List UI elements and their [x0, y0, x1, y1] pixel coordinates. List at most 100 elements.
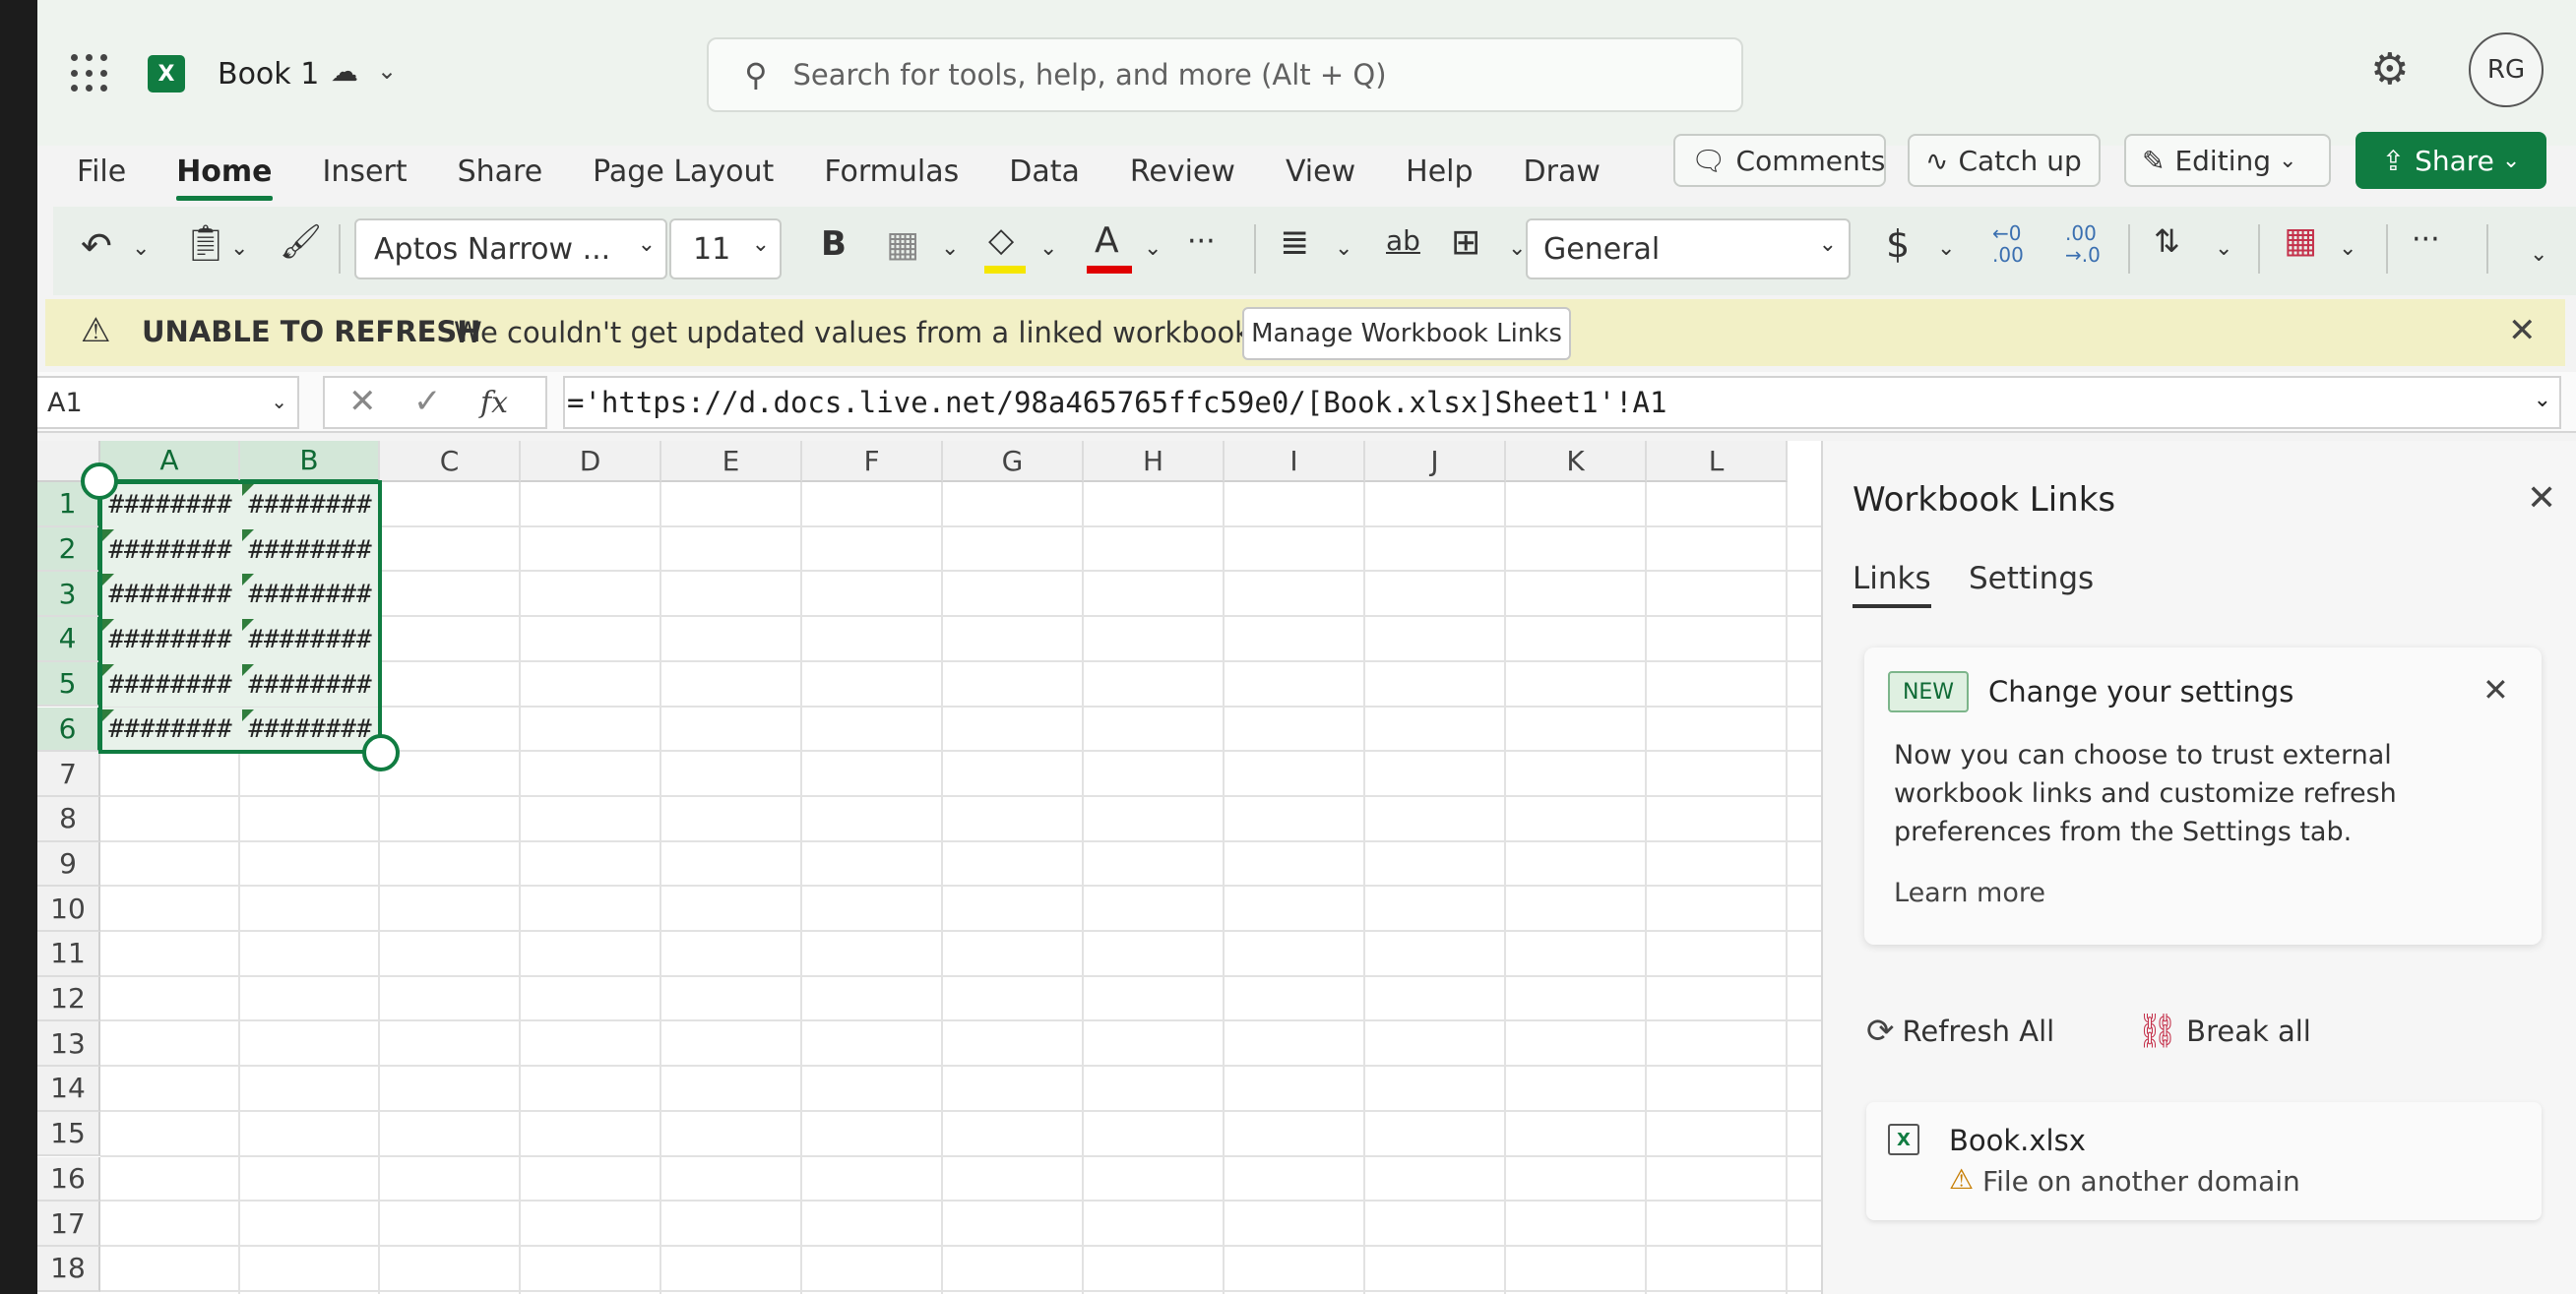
row-header-6[interactable]: 6: [37, 707, 100, 753]
row-header-17[interactable]: 17: [37, 1202, 100, 1247]
column-header-j[interactable]: J: [1365, 441, 1506, 482]
refresh-all-button[interactable]: ⟳ Refresh All: [1866, 1012, 2054, 1051]
cancel-icon[interactable]: ✕: [348, 382, 377, 421]
app-launcher-icon[interactable]: [71, 54, 110, 93]
format-painter-icon[interactable]: 🖌︎: [280, 222, 322, 262]
row-header-3[interactable]: 3: [37, 572, 100, 618]
cell-b2[interactable]: ########: [240, 526, 380, 573]
expand-ribbon-icon[interactable]: ⌄: [2530, 242, 2547, 267]
column-header-g[interactable]: G: [943, 441, 1084, 482]
row-header-14[interactable]: 14: [37, 1067, 100, 1112]
break-all-button[interactable]: ⛓ Break all: [2136, 1012, 2311, 1051]
more-options-button[interactable]: ···: [2412, 222, 2440, 257]
chevron-down-icon[interactable]: ⌄: [1508, 236, 1526, 261]
bold-button[interactable]: B: [821, 224, 847, 264]
cell-a2[interactable]: ########: [100, 526, 240, 573]
number-format-select[interactable]: General ⌄: [1526, 218, 1851, 279]
undo-icon[interactable]: ↶: [81, 224, 112, 268]
menu-data[interactable]: Data: [1009, 154, 1080, 189]
menu-page-layout[interactable]: Page Layout: [593, 154, 774, 189]
column-header-e[interactable]: E: [661, 441, 802, 482]
tab-settings[interactable]: Settings: [1969, 561, 2094, 596]
row-header-7[interactable]: 7: [37, 752, 100, 797]
column-header-k[interactable]: K: [1506, 441, 1647, 482]
cell-a5[interactable]: ########: [100, 661, 240, 708]
menu-formulas[interactable]: Formulas: [824, 154, 959, 189]
chevron-down-icon[interactable]: ⌄: [377, 57, 397, 85]
cell-a6[interactable]: ########: [100, 707, 240, 753]
menu-file[interactable]: File: [77, 154, 126, 189]
cell-a4[interactable]: ########: [100, 617, 240, 662]
font-size-select[interactable]: 11 ⌄: [669, 218, 782, 279]
decrease-decimal-button[interactable]: ←0 .00: [1992, 222, 2024, 266]
chevron-down-icon[interactable]: ⌄: [1144, 236, 1162, 261]
column-header-l[interactable]: L: [1647, 441, 1788, 482]
chevron-down-icon[interactable]: ⌄: [132, 236, 150, 261]
name-box[interactable]: A1 ⌄: [37, 376, 299, 429]
avatar[interactable]: RG: [2469, 32, 2544, 107]
row-header-16[interactable]: 16: [37, 1156, 100, 1202]
formula-input[interactable]: ='https://d.docs.live.net/98a465765ffc59…: [563, 376, 2561, 429]
linked-workbook-item[interactable]: X Book.xlsx ⚠ File on another domain: [1866, 1102, 2542, 1220]
cell-b1[interactable]: ########: [240, 482, 380, 527]
sort-filter-icon[interactable]: ⇅: [2154, 222, 2180, 260]
increase-decimal-button[interactable]: .00 →.0: [2065, 222, 2101, 266]
menu-draw[interactable]: Draw: [1524, 154, 1601, 189]
column-header-a[interactable]: A: [100, 441, 240, 482]
font-color-button[interactable]: A: [1095, 220, 1119, 261]
row-header-12[interactable]: 12: [37, 976, 100, 1022]
row-header-9[interactable]: 9: [37, 841, 100, 888]
borders-icon[interactable]: ▦: [886, 224, 919, 265]
column-header-b[interactable]: B: [240, 441, 380, 482]
saved-cloud-icon[interactable]: ☁︎: [331, 55, 358, 88]
cell-b5[interactable]: ########: [240, 661, 380, 708]
chevron-down-icon[interactable]: ⌄: [1039, 236, 1057, 261]
comments-button[interactable]: 🗨 Comments: [1673, 134, 1886, 187]
column-header-f[interactable]: F: [802, 441, 943, 482]
menu-home[interactable]: Home: [176, 154, 273, 201]
menu-insert[interactable]: Insert: [323, 154, 408, 189]
row-header-5[interactable]: 5: [37, 661, 100, 708]
row-header-2[interactable]: 2: [37, 526, 100, 573]
search-placeholder[interactable]: Search for tools, help, and more (Alt + …: [792, 58, 1386, 92]
cell-a1[interactable]: ########: [100, 482, 240, 527]
paste-icon[interactable]: 📋︎: [183, 222, 228, 264]
document-title[interactable]: Book 1: [218, 57, 319, 92]
row-header-10[interactable]: 10: [37, 887, 100, 932]
row-header-11[interactable]: 11: [37, 932, 100, 977]
conditional-format-icon[interactable]: ▦: [2284, 220, 2317, 261]
row-header-4[interactable]: 4: [37, 617, 100, 662]
menu-help[interactable]: Help: [1406, 154, 1473, 189]
manage-workbook-links-button[interactable]: Manage Workbook Links: [1242, 307, 1571, 360]
cell-b6[interactable]: ########: [240, 707, 380, 753]
tab-links[interactable]: Links: [1853, 561, 1931, 608]
column-header-h[interactable]: H: [1084, 441, 1225, 482]
row-header-13[interactable]: 13: [37, 1021, 100, 1068]
row-header-18[interactable]: 18: [37, 1246, 100, 1292]
align-icon[interactable]: ≣: [1280, 222, 1309, 263]
close-icon[interactable]: ✕: [2482, 671, 2509, 709]
row-header-8[interactable]: 8: [37, 796, 100, 842]
insert-function-button[interactable]: fx: [480, 386, 508, 420]
chevron-down-icon[interactable]: ⌄: [230, 236, 248, 261]
cell-a3[interactable]: ########: [100, 572, 240, 618]
currency-button[interactable]: $: [1886, 222, 1910, 266]
font-name-select[interactable]: Aptos Narrow ... ⌄: [354, 218, 667, 279]
more-font-options-button[interactable]: ···: [1187, 224, 1216, 259]
close-icon[interactable]: ✕: [2508, 311, 2537, 350]
menu-review[interactable]: Review: [1130, 154, 1235, 189]
learn-more-link[interactable]: Learn more: [1894, 878, 2045, 908]
fill-color-icon[interactable]: ◇: [988, 220, 1014, 260]
gear-icon[interactable]: ⚙: [2370, 44, 2409, 94]
selection-handle-start[interactable]: [81, 462, 118, 500]
share-button[interactable]: ⇪ Share ⌄: [2356, 132, 2546, 189]
cell-b4[interactable]: ########: [240, 617, 380, 662]
menu-view[interactable]: View: [1286, 154, 1355, 189]
chevron-down-icon[interactable]: ⌄: [1937, 236, 1955, 261]
expand-formula-icon[interactable]: ⌄: [2534, 388, 2551, 412]
catch-up-button[interactable]: ∿ Catch up: [1908, 134, 2101, 187]
cell-b3[interactable]: ########: [240, 572, 380, 618]
chevron-down-icon[interactable]: ⌄: [2339, 236, 2356, 261]
merge-cells-icon[interactable]: ⊞: [1451, 222, 1480, 263]
search-box[interactable]: ⚲ Search for tools, help, and more (Alt …: [707, 37, 1743, 112]
